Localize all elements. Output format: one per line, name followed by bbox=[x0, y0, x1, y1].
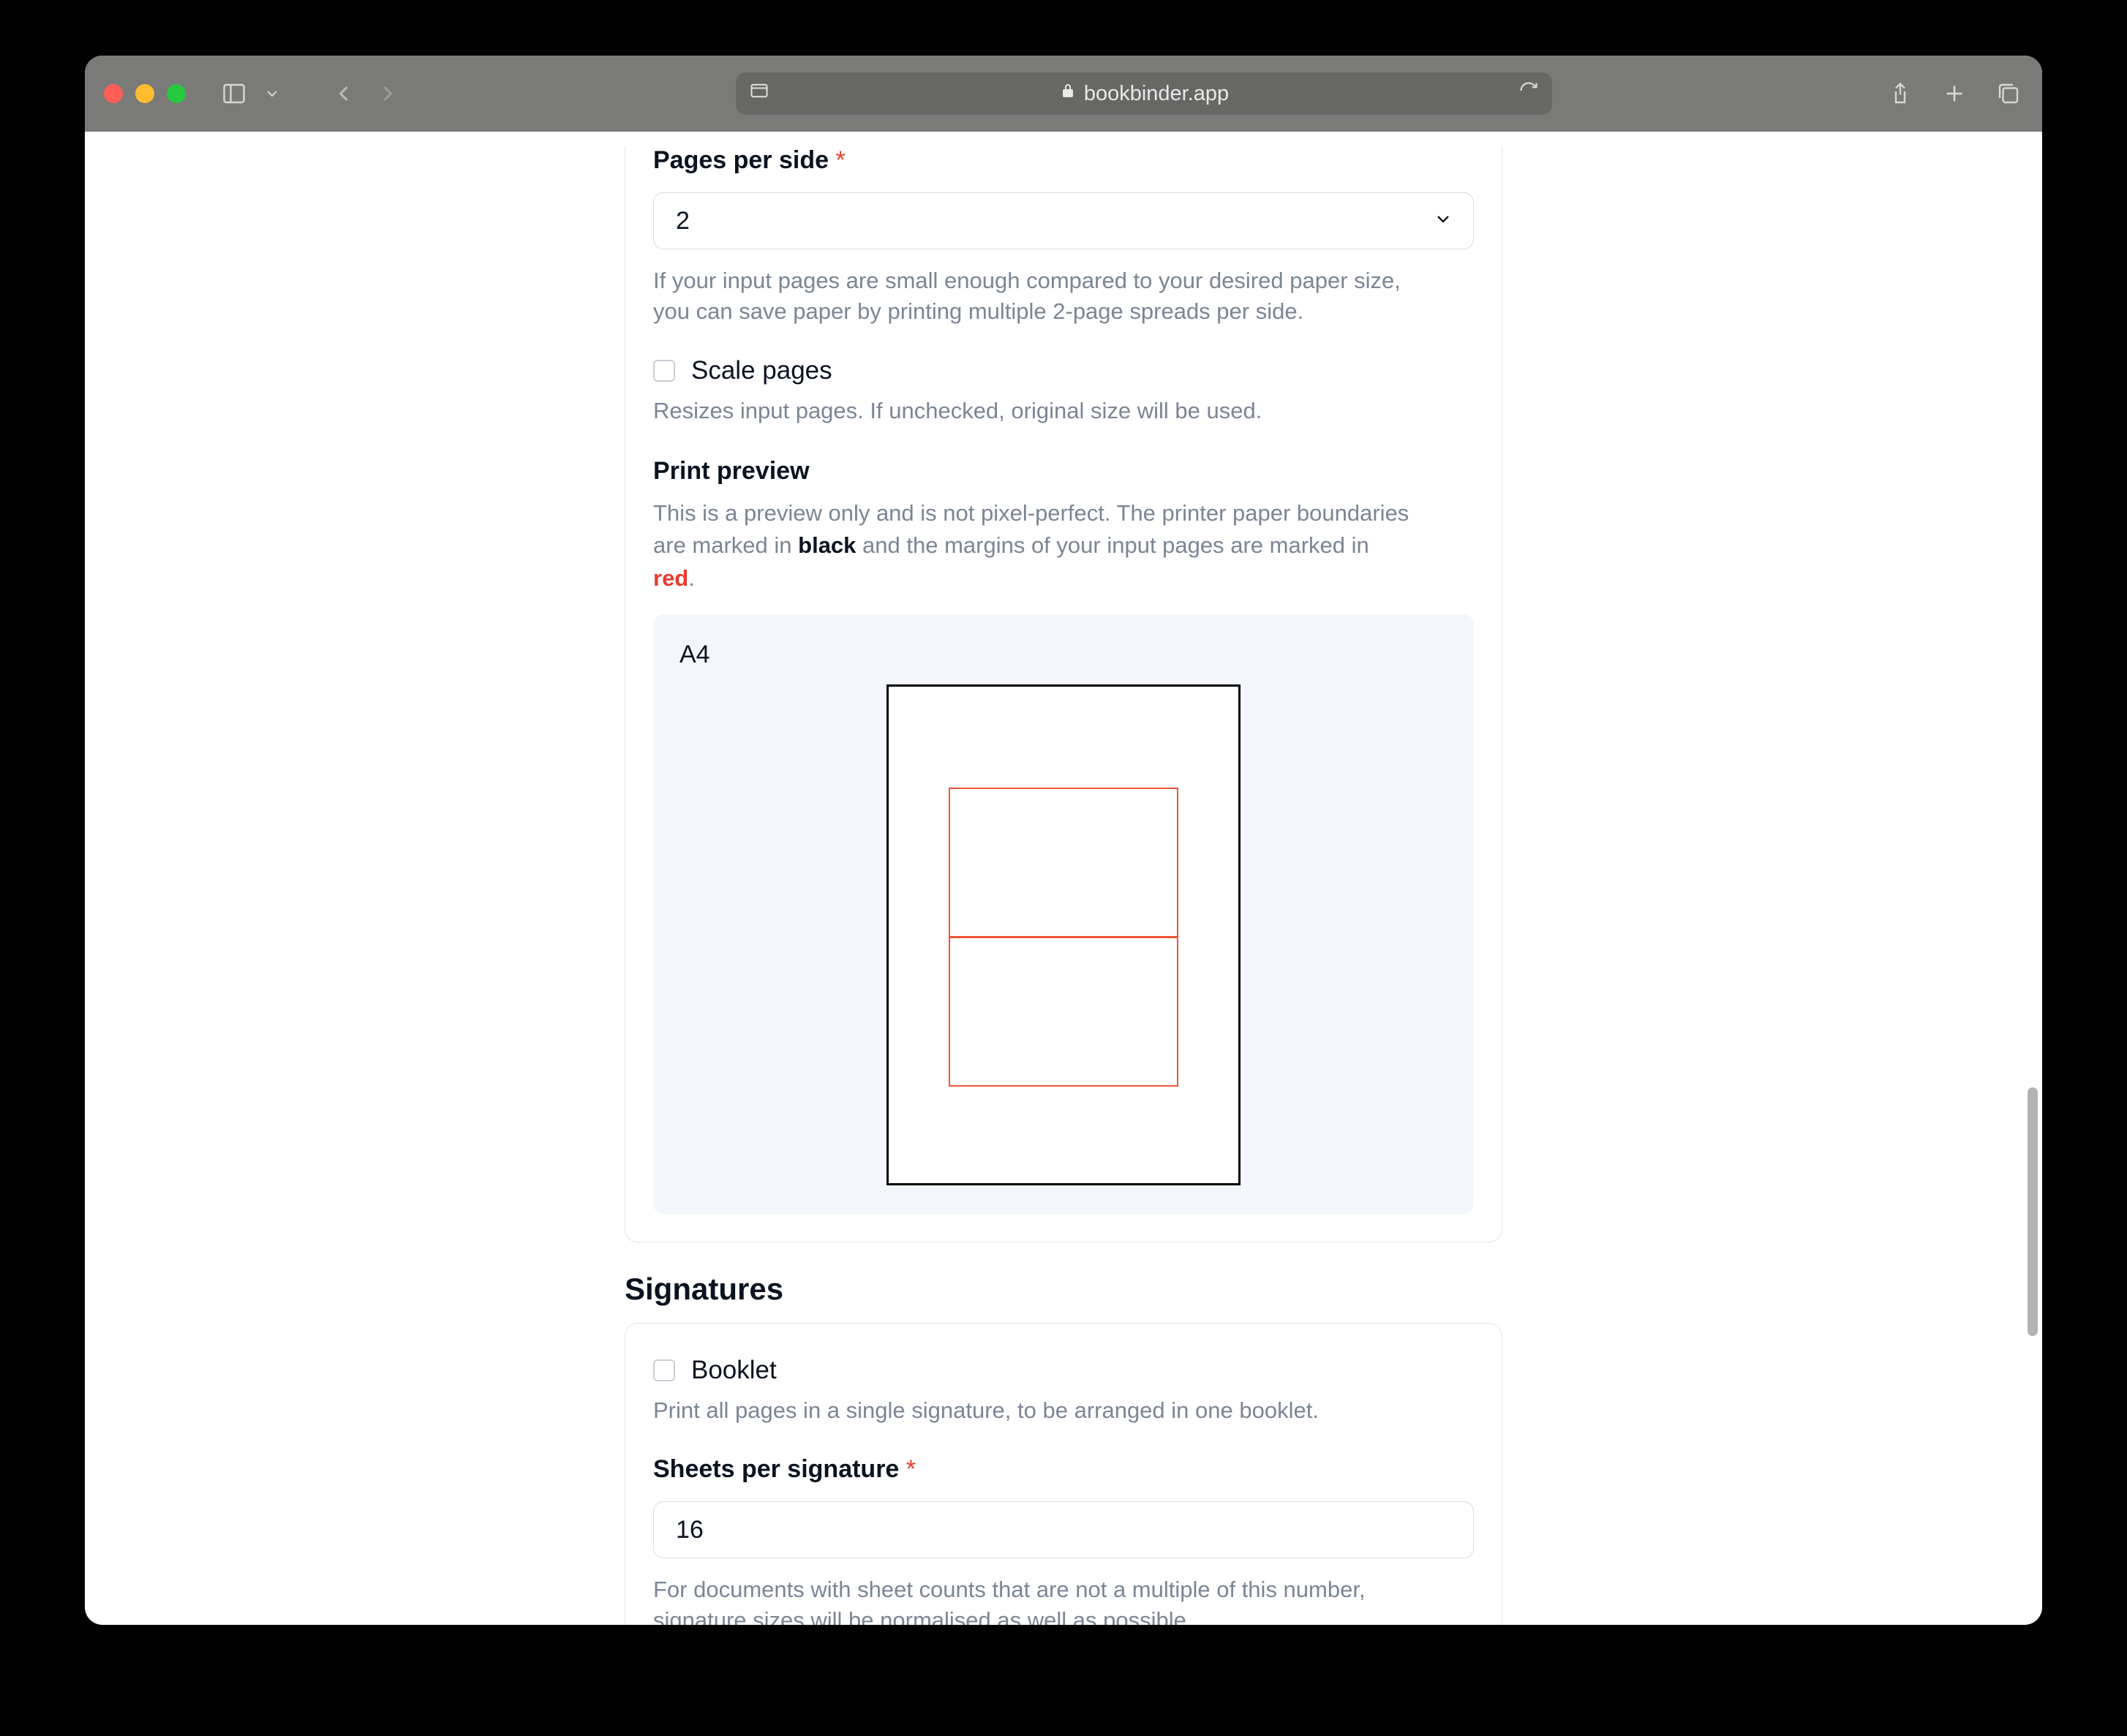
booklet-help: Print all pages in a single signature, t… bbox=[653, 1395, 1436, 1426]
pages-per-side-select[interactable]: 2 bbox=[653, 192, 1474, 249]
scale-pages-label: Scale pages bbox=[691, 356, 832, 385]
tab-dropdown-button[interactable] bbox=[263, 79, 281, 108]
titlebar: bookbinder.app bbox=[85, 56, 2042, 132]
booklet-checkbox[interactable] bbox=[653, 1359, 675, 1381]
page-margin-outline bbox=[949, 788, 1178, 937]
signatures-heading: Signatures bbox=[625, 1272, 1502, 1307]
new-tab-button[interactable] bbox=[1940, 79, 1969, 108]
booklet-label: Booklet bbox=[691, 1356, 777, 1385]
window-minimize-button[interactable] bbox=[135, 84, 154, 103]
scale-pages-checkbox[interactable] bbox=[653, 360, 675, 382]
back-button[interactable] bbox=[329, 79, 358, 108]
share-button[interactable] bbox=[1886, 79, 1915, 108]
pages-per-side-label: Pages per side * bbox=[653, 146, 1474, 175]
page-margin-outline bbox=[949, 937, 1178, 1087]
address-bar[interactable]: bookbinder.app bbox=[736, 72, 1552, 115]
pages-per-side-help: If your input pages are small enough com… bbox=[653, 265, 1436, 327]
chevron-down-icon bbox=[1433, 209, 1453, 233]
tab-overview-button[interactable] bbox=[1994, 79, 2023, 108]
sheets-per-signature-input[interactable]: 16 bbox=[653, 1501, 1474, 1558]
paper-size-label: A4 bbox=[679, 641, 1448, 669]
signatures-card: Booklet Print all pages in a single sign… bbox=[625, 1323, 1502, 1625]
browser-window: bookbinder.app Pag bbox=[85, 56, 2042, 1625]
sidebar-toggle-button[interactable] bbox=[219, 79, 249, 108]
sheets-per-signature-label: Sheets per signature * bbox=[653, 1455, 1474, 1484]
scrollbar-thumb[interactable] bbox=[2028, 1087, 2038, 1336]
forward-button[interactable] bbox=[373, 79, 402, 108]
print-preview-box: A4 bbox=[653, 614, 1474, 1214]
url-text: bookbinder.app bbox=[1084, 82, 1229, 106]
window-controls bbox=[104, 84, 186, 103]
window-zoom-button[interactable] bbox=[167, 84, 186, 103]
page-content: Pages per side * 2 If your input pages a… bbox=[85, 132, 2042, 1625]
print-preview-heading: Print preview bbox=[653, 457, 1474, 486]
sheets-per-signature-help: For documents with sheet counts that are… bbox=[653, 1574, 1436, 1625]
scale-pages-help: Resizes input pages. If unchecked, origi… bbox=[653, 396, 1436, 426]
print-preview-description: This is a preview only and is not pixel-… bbox=[653, 497, 1414, 596]
window-close-button[interactable] bbox=[104, 84, 123, 103]
lock-icon bbox=[1059, 82, 1077, 106]
paper-outline bbox=[886, 684, 1241, 1185]
layout-card: Pages per side * 2 If your input pages a… bbox=[625, 146, 1502, 1242]
